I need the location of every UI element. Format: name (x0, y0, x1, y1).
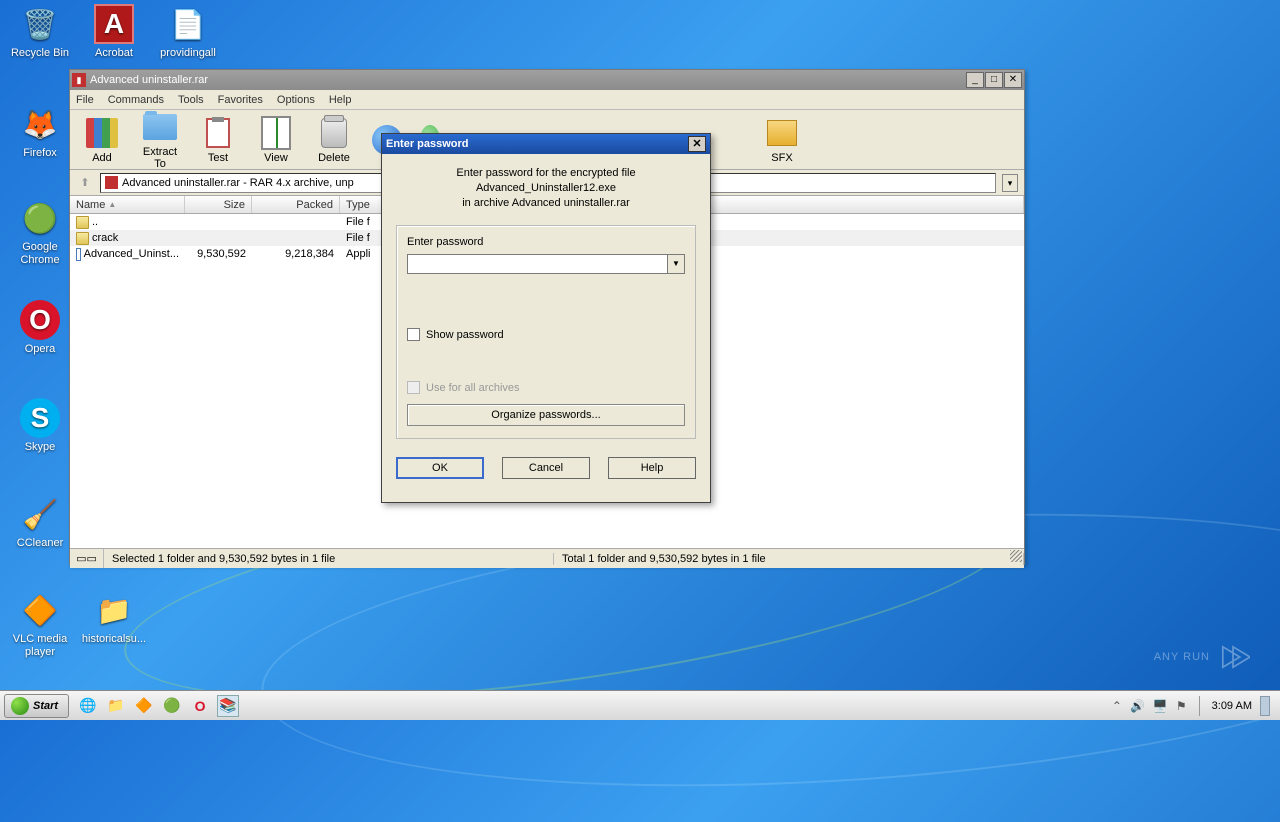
sfx-icon (765, 116, 799, 150)
address-text: Advanced uninstaller.rar - RAR 4.x archi… (122, 177, 354, 189)
desktop-icon-vlc-media-player[interactable]: 🔶VLC media player (4, 590, 76, 659)
folder-icon (143, 110, 177, 144)
dialog-close-button[interactable]: ✕ (688, 136, 706, 152)
password-label: Enter password (407, 236, 685, 248)
status-icon: ▭▭ (70, 549, 104, 568)
watermark: ANY RUN (1154, 640, 1250, 674)
tray-volume-icon[interactable]: 🔊 (1130, 699, 1145, 713)
address-dropdown[interactable]: ▾ (1002, 174, 1018, 192)
system-tray: ⌃ 🔊 🖥️ ⚑ 3:09 AM (1112, 696, 1276, 716)
winrar-icon: ▮ (72, 73, 86, 87)
taskbar-chrome-icon[interactable]: 🟢 (161, 695, 183, 717)
menu-commands[interactable]: Commands (108, 94, 164, 106)
maximize-button[interactable]: □ (985, 72, 1003, 88)
tray-network-icon[interactable]: 🖥️ (1153, 699, 1168, 713)
show-password-checkbox[interactable]: Show password (407, 328, 685, 341)
desktop-icon-google-chrome[interactable]: 🟢Google Chrome (4, 198, 76, 267)
desktop-icon-historicalsu-[interactable]: 📁historicalsu... (78, 590, 150, 646)
tray-flag-icon[interactable]: ⚑ (1176, 699, 1187, 713)
taskbar-clock[interactable]: 3:09 AM (1212, 700, 1252, 712)
menu-favorites[interactable]: Favorites (218, 94, 263, 106)
book-icon (259, 116, 293, 150)
desktop-icon-providingall[interactable]: 📄providingall (152, 4, 224, 60)
organize-passwords-button[interactable]: Organize passwords... (407, 404, 685, 426)
toolbar-extract-to-button[interactable]: Extract To (136, 110, 184, 170)
toolbar-add-button[interactable]: Add (78, 116, 126, 164)
status-selected: Selected 1 folder and 9,530,592 bytes in… (104, 553, 554, 565)
desktop-icon-firefox[interactable]: 🦊Firefox (4, 104, 76, 160)
minimize-button[interactable]: _ (966, 72, 984, 88)
password-history-dropdown[interactable]: ▼ (668, 254, 685, 274)
clipboard-icon (201, 116, 235, 150)
up-button[interactable]: ⬆ (76, 174, 94, 192)
password-group: Enter password ▼ Show password Use for a… (396, 225, 696, 439)
dialog-title: Enter password (386, 138, 688, 150)
toolbar-sfx-button[interactable]: SFX (758, 116, 806, 164)
help-button[interactable]: Help (608, 457, 696, 479)
taskbar-explorer-icon[interactable]: 📁 (105, 695, 127, 717)
col-size[interactable]: Size (185, 196, 252, 213)
cancel-button[interactable]: Cancel (502, 457, 590, 479)
desktop-icon-ccleaner[interactable]: 🧹CCleaner (4, 494, 76, 550)
resize-grip[interactable] (1010, 550, 1022, 562)
status-total: Total 1 folder and 9,530,592 bytes in 1 … (554, 553, 1024, 565)
trash-icon (317, 116, 351, 150)
menubar: File Commands Tools Favorites Options Help (70, 90, 1024, 110)
desktop-icon-recycle-bin[interactable]: 🗑️Recycle Bin (4, 4, 76, 60)
desktop-icon-acrobat[interactable]: AAcrobat (78, 4, 150, 60)
books-icon (85, 116, 119, 150)
taskbar-opera-icon[interactable]: O (189, 695, 211, 717)
show-desktop-button[interactable] (1260, 696, 1270, 716)
ok-button[interactable]: OK (396, 457, 484, 479)
menu-tools[interactable]: Tools (178, 94, 204, 106)
desktop-icon-opera[interactable]: OOpera (4, 300, 76, 356)
tray-expand-icon[interactable]: ⌃ (1112, 699, 1122, 713)
taskbar-vlc-icon[interactable]: 🔶 (133, 695, 155, 717)
taskbar-winrar-task[interactable]: 📚 (217, 695, 239, 717)
toolbar-test-button[interactable]: Test (194, 116, 242, 164)
password-input[interactable] (407, 254, 668, 274)
winrar-titlebar[interactable]: ▮ Advanced uninstaller.rar _ □ ✕ (70, 70, 1024, 90)
taskbar: Start 🌐 📁 🔶 🟢 O 📚 ⌃ 🔊 🖥️ ⚑ 3:09 AM (0, 690, 1280, 720)
start-button[interactable]: Start (4, 694, 69, 718)
desktop-icon-skype[interactable]: SSkype (4, 398, 76, 454)
status-bar: ▭▭ Selected 1 folder and 9,530,592 bytes… (70, 548, 1024, 568)
menu-options[interactable]: Options (277, 94, 315, 106)
toolbar-delete-button[interactable]: Delete (310, 116, 358, 164)
menu-help[interactable]: Help (329, 94, 352, 106)
col-packed[interactable]: Packed (252, 196, 340, 213)
menu-file[interactable]: File (76, 94, 94, 106)
close-button[interactable]: ✕ (1004, 72, 1022, 88)
toolbar-view-button[interactable]: View (252, 116, 300, 164)
dialog-titlebar[interactable]: Enter password ✕ (382, 134, 710, 154)
start-orb-icon (11, 697, 29, 715)
winrar-title: Advanced uninstaller.rar (90, 74, 965, 86)
use-all-checkbox: Use for all archives (407, 381, 685, 394)
password-dialog: Enter password ✕ Enter password for the … (381, 133, 711, 503)
taskbar-ie-icon[interactable]: 🌐 (77, 695, 99, 717)
col-name[interactable]: Name ▲ (70, 196, 185, 213)
dialog-message: Enter password for the encrypted file Ad… (382, 154, 710, 219)
